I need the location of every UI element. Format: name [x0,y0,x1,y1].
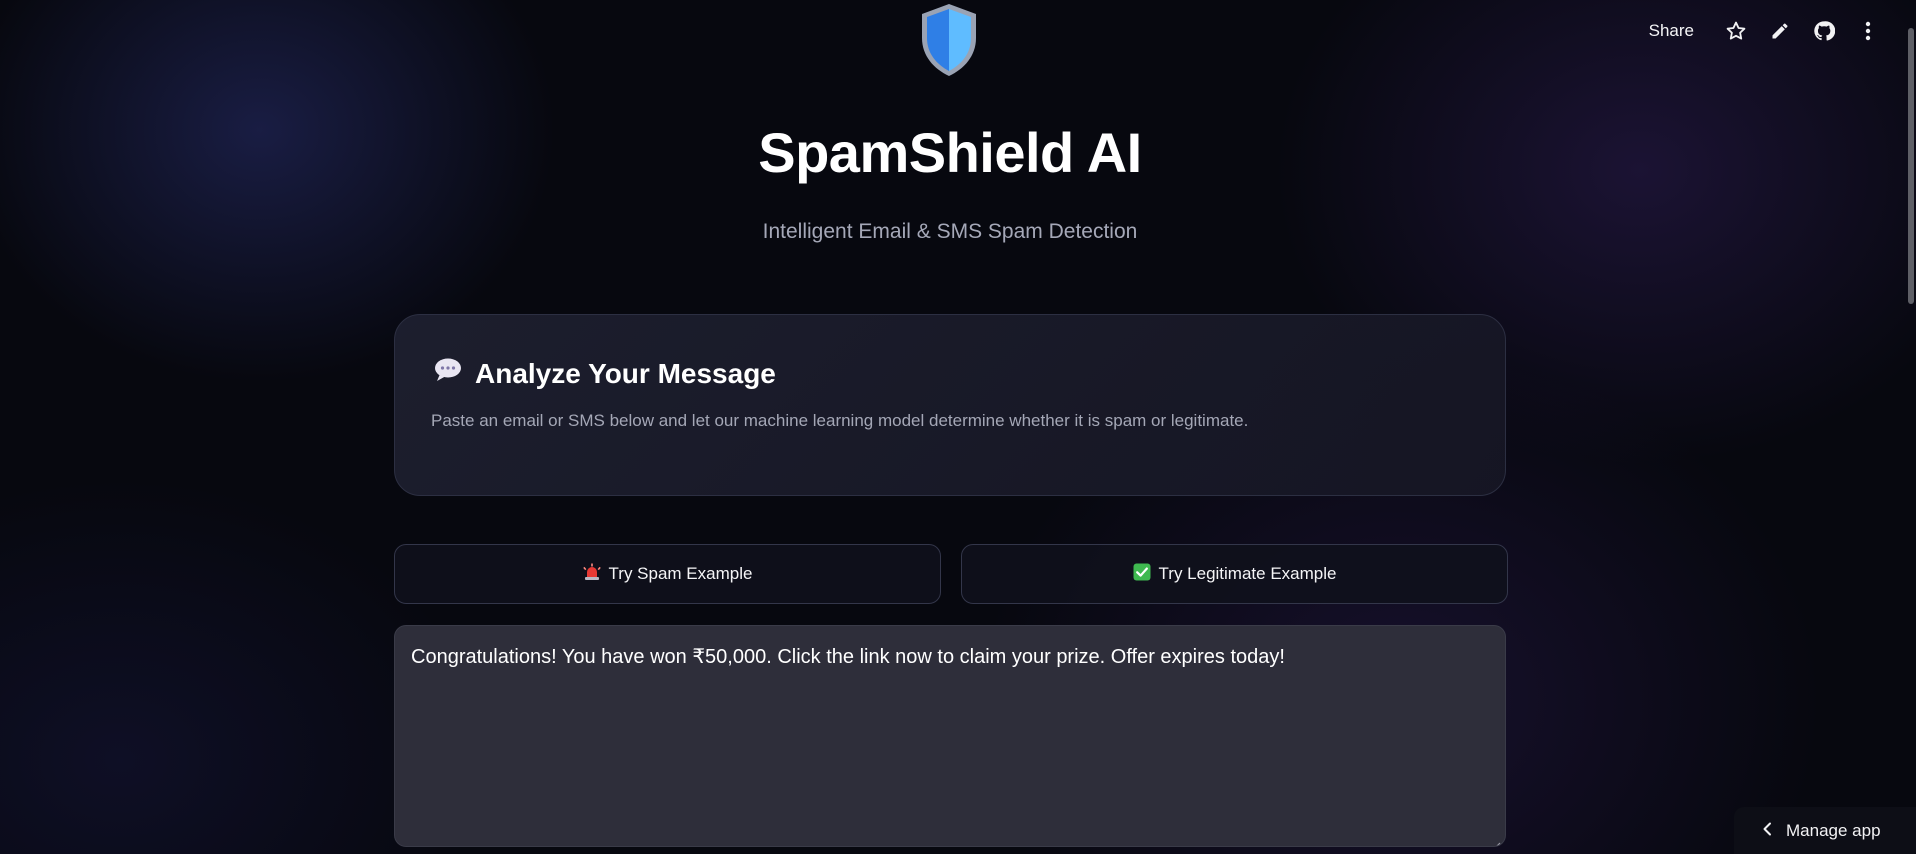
page-title: SpamShield AI [758,121,1142,184]
scrollbar-thumb[interactable] [1908,28,1914,304]
try-legitimate-example-label: Try Legitimate Example [1158,564,1337,583]
manage-app-label: Manage app [1786,820,1881,840]
app-toolbar: Share [1649,14,1890,48]
resize-handle[interactable] [1491,832,1501,846]
try-spam-example-button[interactable]: Try Spam Example [394,544,941,604]
pencil-icon[interactable] [1758,14,1802,48]
github-icon[interactable] [1802,14,1846,48]
card-description: Paste an email or SMS below and let our … [431,411,1249,430]
page-subtitle: Intelligent Email & SMS Spam Detection [762,220,1138,243]
card-heading: Analyze Your Message [433,357,776,390]
page-scrollbar[interactable] [1906,0,1916,854]
speech-bubble-icon [433,357,463,390]
analyze-card: Analyze Your Message Paste an email or S… [394,314,1506,496]
check-mark-icon [1133,563,1151,586]
card-heading-text: Analyze Your Message [475,357,776,389]
try-spam-example-label: Try Spam Example [608,564,753,583]
try-legitimate-example-button[interactable]: Try Legitimate Example [961,544,1508,604]
manage-app-button[interactable]: Manage app [1734,807,1916,854]
siren-icon [582,563,601,586]
chevron-left-icon [1762,821,1772,841]
share-button[interactable]: Share [1649,21,1694,41]
star-icon[interactable] [1714,14,1758,48]
message-input-value: Congratulations! You have won ₹50,000. C… [411,646,1285,668]
message-input[interactable]: Congratulations! You have won ₹50,000. C… [394,625,1506,847]
shield-icon [918,2,980,78]
more-vertical-icon[interactable] [1846,14,1890,48]
